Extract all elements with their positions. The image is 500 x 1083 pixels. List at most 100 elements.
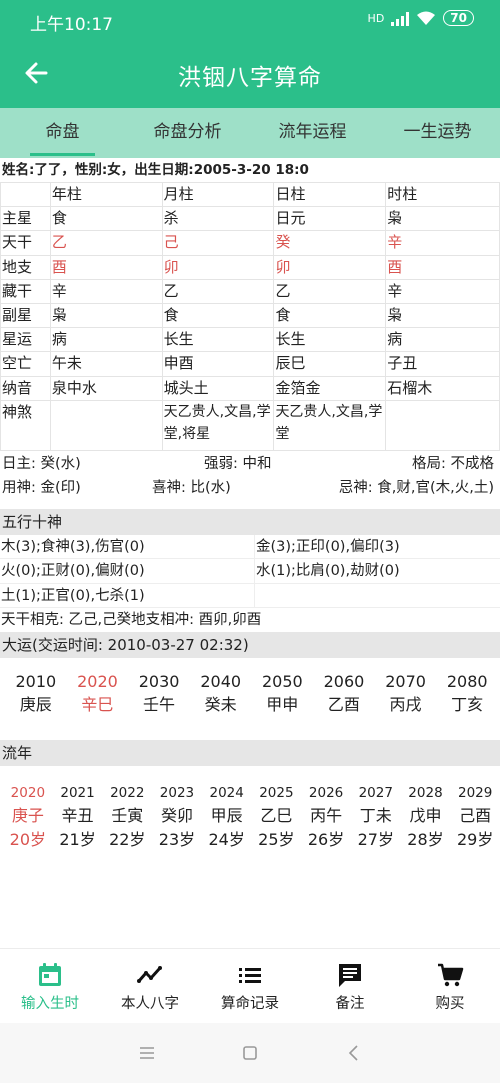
table-cell: 辰巳 (273, 351, 387, 377)
dayun-item[interactable]: 2070 丙戌 (375, 670, 437, 740)
liunian-item[interactable]: 2027 丁未 27岁 (351, 782, 401, 866)
row-label: 星运 (0, 327, 51, 353)
dayun-item[interactable]: 2050 甲申 (252, 670, 314, 740)
dayun-ganzhi: 辛巳 (81, 695, 114, 715)
wuxing-item: 木(3);食神(3),伤官(0) (0, 534, 255, 560)
calendar-icon (39, 963, 61, 986)
table-cell: 食 (273, 302, 387, 329)
table-row: 主星 食 杀 日元 枭 (0, 206, 500, 232)
table-cell: 乙 (273, 278, 387, 304)
wuxing-item (255, 584, 500, 609)
chat-icon (339, 964, 361, 987)
menu-icon[interactable] (137, 1043, 157, 1063)
liunian-year: 2022 (110, 785, 145, 802)
table-cell (385, 399, 500, 451)
liunian-list: 2020 庚子 20岁 2021 辛丑 21岁 2022 壬寅 22岁 2023 癸卯 23岁 … (0, 766, 500, 866)
nav-my-bazi[interactable]: 本人八字 (100, 949, 200, 1023)
table-cell: 石榴木 (385, 375, 500, 401)
liunian-year: 2021 (60, 785, 95, 802)
dayun-item-current[interactable]: 2020 辛巳 (67, 670, 129, 740)
back-icon[interactable] (344, 1043, 364, 1063)
liunian-item[interactable]: 2025 乙巳 25岁 (252, 782, 302, 866)
header-yuezhu: 月柱 (161, 181, 275, 208)
liunian-item[interactable]: 2024 甲辰 24岁 (202, 782, 252, 866)
table-cell: 枭 (385, 206, 500, 232)
dayun-item[interactable]: 2010 庚辰 (5, 670, 67, 740)
nav-label: 备注 (335, 996, 365, 1012)
liunian-item[interactable]: 2023 癸卯 23岁 (152, 782, 202, 866)
table-row: 空亡 午未 申酉 辰巳 子丑 (0, 351, 500, 377)
dayun-item[interactable]: 2030 壬午 (128, 670, 190, 740)
liunian-year: 2025 (259, 785, 294, 802)
nav-purchase[interactable]: 购买 (400, 949, 500, 1023)
dayun-year: 2050 (261, 672, 303, 692)
tab-mingpan[interactable]: 命盘 (0, 108, 125, 158)
liunian-ganzhi: 壬寅 (111, 806, 144, 826)
liunian-section-header: 流年 (0, 740, 500, 767)
yongshen-text: 用神: 金(印) (2, 479, 81, 496)
liunian-item-current[interactable]: 2020 庚子 20岁 (3, 782, 53, 866)
liunian-ganzhi: 丁未 (359, 806, 392, 826)
table-row: 天干 乙 己 癸 辛 (0, 230, 500, 256)
tab-yisheng-yunshi[interactable]: 一生运势 (375, 108, 500, 158)
header-nianzhu: 年柱 (49, 181, 163, 208)
table-cell: 天乙贵人,文昌,学堂 (273, 399, 387, 451)
table-cell: 枭 (49, 302, 163, 329)
wuxing-item: 金(3);正印(0),偏印(3) (255, 535, 500, 560)
nav-input-birth-time[interactable]: 输入生时 (0, 949, 100, 1023)
bottom-nav: 输入生时 本人八字 算命记录 备注 购买 (0, 948, 500, 1023)
liunian-age: 29岁 (456, 830, 494, 850)
dayun-ganzhi: 丁亥 (451, 695, 484, 715)
status-bar: 上午10:17 HD 70 (0, 0, 500, 38)
status-icons: HD 70 (368, 10, 474, 26)
liunian-age: 24岁 (208, 830, 245, 850)
table-cell: 天乙贵人,文昌,学堂,将星 (161, 399, 275, 451)
row-label: 空亡 (0, 351, 51, 377)
xishen-text: 喜神: 比(水) (152, 479, 231, 496)
tab-mingpan-analysis[interactable]: 命盘分析 (125, 108, 250, 158)
app-bar: 洪铟八字算命 (0, 38, 500, 108)
table-cell: 日元 (273, 206, 387, 232)
table-cell: 己 (161, 230, 275, 256)
nav-label: 购买 (435, 996, 465, 1012)
liunian-year: 2026 (308, 785, 344, 802)
table-cell: 乙 (161, 278, 275, 304)
dayun-ganzhi: 甲申 (266, 695, 299, 715)
table-row: 地支 酉 卯 卯 酉 (0, 254, 500, 280)
liunian-item[interactable]: 2022 壬寅 22岁 (102, 782, 152, 866)
table-cell: 卯 (161, 254, 275, 280)
table-cell: 杀 (161, 206, 275, 232)
nav-notes[interactable]: 备注 (300, 949, 400, 1023)
table-cell: 辛 (49, 278, 163, 304)
dayun-ganzhi: 丙戌 (389, 695, 422, 715)
dayun-ganzhi: 乙酉 (327, 695, 360, 715)
table-cell: 申酉 (161, 351, 275, 377)
wuxing-item: 土(1);正官(0),七杀(1) (0, 583, 255, 609)
battery-icon: 70 (443, 10, 474, 26)
home-icon[interactable] (240, 1043, 260, 1063)
table-cell: 乙 (49, 230, 163, 256)
dayun-item[interactable]: 2060 乙酉 (313, 670, 375, 740)
table-cell: 午未 (49, 351, 163, 377)
table-row: 星运 病 长生 长生 病 (0, 327, 500, 353)
liunian-item[interactable]: 2021 辛丑 21岁 (53, 782, 103, 866)
liunian-item[interactable]: 2029 己酉 29岁 (450, 782, 500, 866)
wuxing-item: 火(0);正财(0),偏财(0) (0, 559, 255, 584)
table-row: 神煞 天乙贵人,文昌,学堂,将星 天乙贵人,文昌,学堂 (0, 399, 500, 451)
trend-icon (137, 966, 162, 983)
dayun-item[interactable]: 2040 癸未 (190, 670, 252, 740)
tab-liunian-yuncheng[interactable]: 流年运程 (250, 108, 375, 158)
table-cell: 长生 (273, 327, 387, 353)
liunian-age: 28岁 (407, 830, 444, 850)
liunian-item[interactable]: 2026 丙午 26岁 (301, 782, 351, 866)
table-cell: 辛 (385, 278, 500, 304)
dayun-year: 2010 (15, 672, 57, 692)
row-label: 地支 (0, 254, 51, 280)
liunian-age: 23岁 (158, 830, 196, 850)
liunian-item[interactable]: 2028 戊申 28岁 (401, 782, 451, 866)
xiangke-text: 天干相克: 乙己,己癸地支相冲: 酉卯,卯酉 (1, 612, 262, 629)
table-cell: 泉中水 (49, 375, 163, 401)
nav-history[interactable]: 算命记录 (200, 949, 300, 1023)
qiangruo-text: 强弱: 中和 (204, 455, 272, 472)
dayun-item[interactable]: 2080 丁亥 (436, 670, 498, 740)
